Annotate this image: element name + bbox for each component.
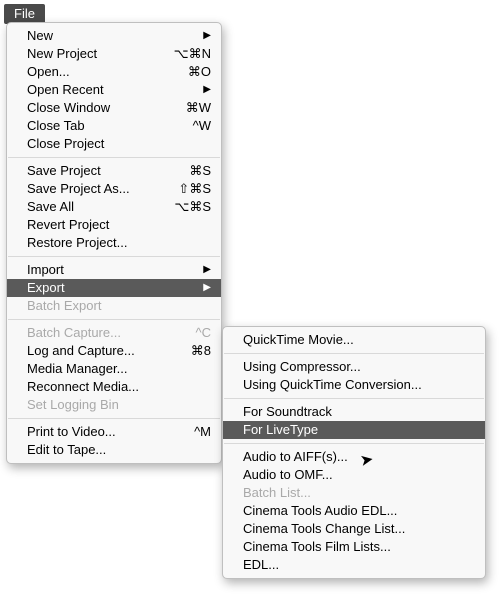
menu-separator (224, 443, 484, 444)
menu-label: Print to Video... (27, 423, 161, 441)
menu-label: Export (27, 279, 193, 297)
menu-item-using-qt-conversion[interactable]: Using QuickTime Conversion... (223, 376, 485, 394)
menu-item-close-tab[interactable]: Close Tab ^W (7, 117, 221, 135)
menu-item-batch-export: Batch Export (7, 297, 221, 315)
menu-shortcut: ⌘O (171, 63, 211, 81)
menu-item-quicktime-movie[interactable]: QuickTime Movie... (223, 331, 485, 349)
menu-label: Batch Export (27, 297, 211, 315)
menu-shortcut: ^C (171, 324, 211, 342)
menu-label: Batch Capture... (27, 324, 161, 342)
menu-item-save-project-as[interactable]: Save Project As... ⇧⌘S (7, 180, 221, 198)
menu-item-revert-project[interactable]: Revert Project (7, 216, 221, 234)
menu-item-new-project[interactable]: New Project ⌥⌘N (7, 45, 221, 63)
menu-item-close-window[interactable]: Close Window ⌘W (7, 99, 221, 117)
menu-item-close-project[interactable]: Close Project (7, 135, 221, 153)
menu-label: Save Project (27, 162, 161, 180)
menu-item-new[interactable]: New ▶ (7, 27, 221, 45)
menu-label: Close Window (27, 99, 161, 117)
menu-item-open-recent[interactable]: Open Recent ▶ (7, 81, 221, 99)
menu-label: Revert Project (27, 216, 211, 234)
menu-label: New Project (27, 45, 161, 63)
menu-shortcut: ⇧⌘S (171, 180, 211, 198)
file-menu: New ▶ New Project ⌥⌘N Open... ⌘O Open Re… (6, 22, 222, 464)
menu-item-cinema-film-lists[interactable]: Cinema Tools Film Lists... (223, 538, 485, 556)
menu-label: Save All (27, 198, 161, 216)
menu-item-restore-project[interactable]: Restore Project... (7, 234, 221, 252)
menu-item-for-soundtrack[interactable]: For Soundtrack (223, 403, 485, 421)
menu-item-cinema-change-list[interactable]: Cinema Tools Change List... (223, 520, 485, 538)
menu-label: For LiveType (243, 421, 475, 439)
menu-item-media-manager[interactable]: Media Manager... (7, 360, 221, 378)
menu-separator (8, 157, 220, 158)
menu-shortcut: ^M (171, 423, 211, 441)
menu-item-log-and-capture[interactable]: Log and Capture... ⌘8 (7, 342, 221, 360)
menu-label: Restore Project... (27, 234, 211, 252)
submenu-arrow-icon: ▶ (203, 261, 211, 279)
menu-label: Reconnect Media... (27, 378, 211, 396)
menu-item-batch-capture: Batch Capture... ^C (7, 324, 221, 342)
menu-label: Edit to Tape... (27, 441, 211, 459)
menu-item-save-project[interactable]: Save Project ⌘S (7, 162, 221, 180)
menu-separator (224, 398, 484, 399)
menu-item-print-to-video[interactable]: Print to Video... ^M (7, 423, 221, 441)
menu-item-open[interactable]: Open... ⌘O (7, 63, 221, 81)
menu-shortcut: ⌘S (171, 162, 211, 180)
menu-item-save-all[interactable]: Save All ⌥⌘S (7, 198, 221, 216)
menu-label: Log and Capture... (27, 342, 161, 360)
menu-shortcut: ⌥⌘N (171, 45, 211, 63)
menu-label: Import (27, 261, 193, 279)
menu-label: Close Project (27, 135, 211, 153)
menu-separator (8, 319, 220, 320)
menu-label: Close Tab (27, 117, 161, 135)
menu-item-cinema-audio-edl[interactable]: Cinema Tools Audio EDL... (223, 502, 485, 520)
menu-label: Audio to AIFF(s)... (243, 448, 475, 466)
menu-label: Media Manager... (27, 360, 211, 378)
menu-label: Audio to OMF... (243, 466, 475, 484)
menu-shortcut: ⌘W (171, 99, 211, 117)
submenu-arrow-icon: ▶ (203, 27, 211, 45)
menu-item-import[interactable]: Import ▶ (7, 261, 221, 279)
export-submenu: QuickTime Movie... Using Compressor... U… (222, 326, 486, 579)
menu-label: For Soundtrack (243, 403, 475, 421)
menu-item-using-compressor[interactable]: Using Compressor... (223, 358, 485, 376)
menu-label: Cinema Tools Audio EDL... (243, 502, 475, 520)
menu-item-export[interactable]: Export ▶ (7, 279, 221, 297)
submenu-arrow-icon: ▶ (203, 81, 211, 99)
menu-separator (8, 256, 220, 257)
menu-label: Using QuickTime Conversion... (243, 376, 475, 394)
menu-label: Set Logging Bin (27, 396, 211, 414)
menu-separator (224, 353, 484, 354)
menu-item-reconnect-media[interactable]: Reconnect Media... (7, 378, 221, 396)
file-menu-title[interactable]: File (4, 4, 45, 24)
menu-shortcut: ⌥⌘S (171, 198, 211, 216)
menu-label: QuickTime Movie... (243, 331, 475, 349)
menu-label: EDL... (243, 556, 475, 574)
menu-label: Open Recent (27, 81, 193, 99)
menu-item-audio-to-aiff[interactable]: Audio to AIFF(s)... (223, 448, 485, 466)
menu-shortcut: ⌘8 (171, 342, 211, 360)
menu-shortcut: ^W (171, 117, 211, 135)
menu-item-set-logging-bin: Set Logging Bin (7, 396, 221, 414)
menu-separator (8, 418, 220, 419)
menu-label: Cinema Tools Film Lists... (243, 538, 475, 556)
menu-label: Save Project As... (27, 180, 161, 198)
menu-item-edl[interactable]: EDL... (223, 556, 485, 574)
menu-item-audio-to-omf[interactable]: Audio to OMF... (223, 466, 485, 484)
menu-item-edit-to-tape[interactable]: Edit to Tape... (7, 441, 221, 459)
menu-label: Cinema Tools Change List... (243, 520, 475, 538)
menu-label: Batch List... (243, 484, 475, 502)
menu-label: Open... (27, 63, 161, 81)
menu-item-for-livetype[interactable]: For LiveType (223, 421, 485, 439)
submenu-arrow-icon: ▶ (203, 279, 211, 297)
menu-item-batch-list: Batch List... (223, 484, 485, 502)
menu-label: Using Compressor... (243, 358, 475, 376)
menu-label: New (27, 27, 193, 45)
